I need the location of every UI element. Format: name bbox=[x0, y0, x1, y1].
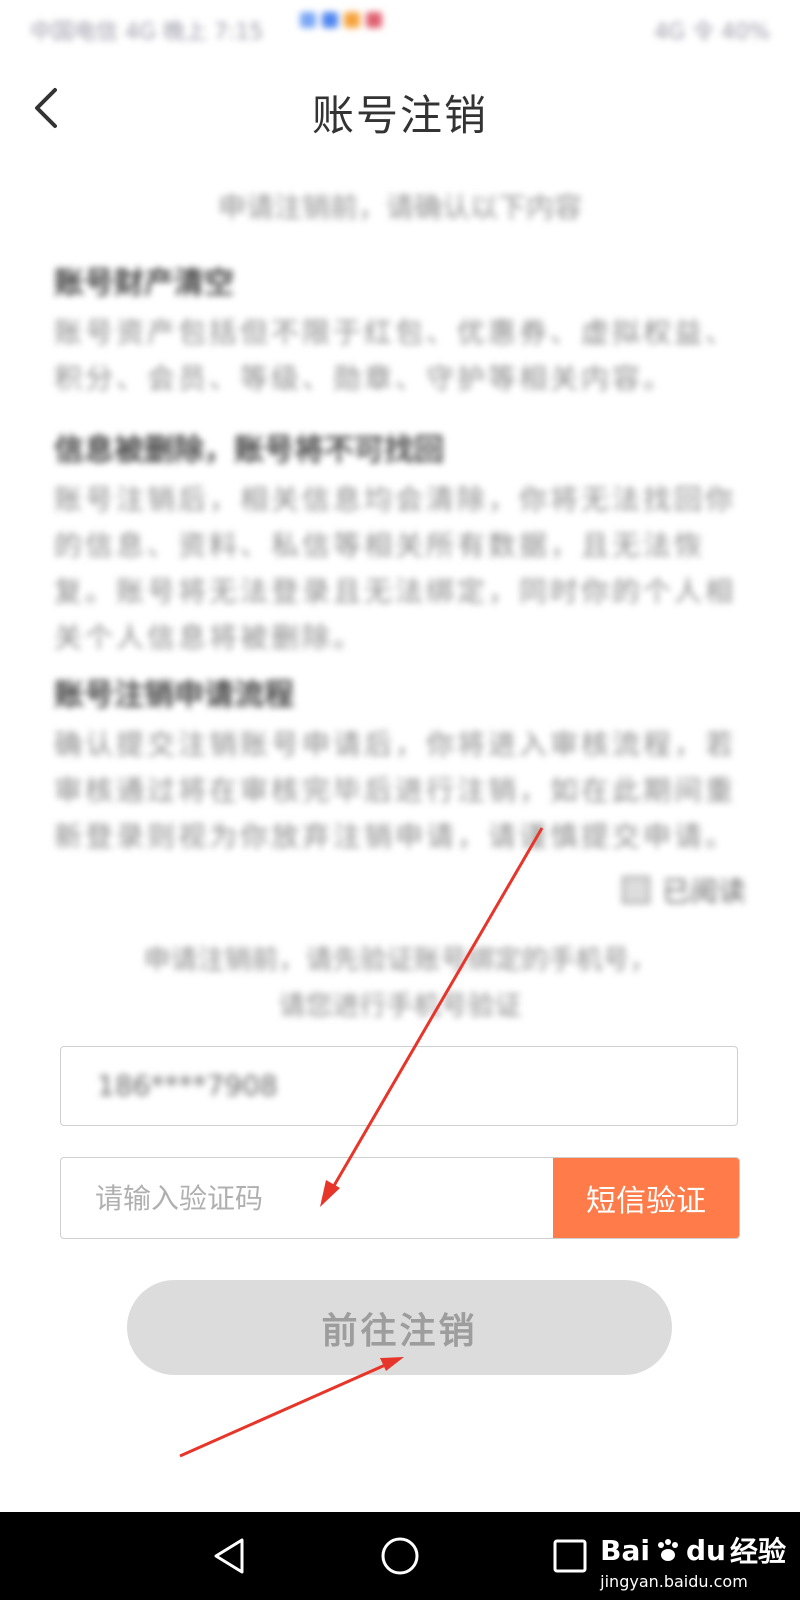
status-carrier-time: 中国电信 4G 晚上 7:15 bbox=[30, 20, 264, 45]
section-title: 账号注销申请流程 bbox=[54, 678, 294, 713]
notification-icon bbox=[322, 12, 338, 28]
watermark-logo-text: du bbox=[686, 1533, 726, 1567]
section-data-deleted: 信息被删除，账号将不可找回 账号注销后，相关信息均会清除，你将无法找回你的信息、… bbox=[54, 425, 744, 661]
verify-notice-line: 申请注销前，请先验证账号绑定的手机号， bbox=[143, 945, 657, 976]
watermark-url: jingyan.baidu.com bbox=[600, 1572, 748, 1591]
verify-notice: 申请注销前，请先验证账号绑定的手机号， 请您进行手机号验证 bbox=[0, 938, 800, 1030]
section-body: 确认提交注销账号申请后，你将进入审核流程，若审核通过将在审核完毕后进行注销，如在… bbox=[54, 728, 737, 853]
agree-checkbox[interactable]: 已阅读 bbox=[621, 870, 746, 910]
checkbox-icon bbox=[621, 876, 650, 904]
sms-verify-button[interactable]: 短信验证 bbox=[553, 1158, 739, 1238]
phone-value: 186****7908 bbox=[97, 1069, 278, 1102]
section-process: 账号注销申请流程 确认提交注销账号申请后，你将进入审核流程，若审核通过将在审核完… bbox=[54, 670, 744, 860]
paw-icon bbox=[658, 1539, 678, 1561]
watermark-logo-cn: 经验 bbox=[729, 1535, 786, 1568]
baidu-jingyan-watermark: Bai du 经验 jingyan.baidu.com bbox=[600, 1530, 786, 1592]
status-bar: 中国电信 4G 晚上 7:15 4G 令 40% bbox=[0, 0, 800, 56]
go-cancel-account-button[interactable]: 前往注销 bbox=[127, 1280, 672, 1375]
section-title: 账号财产清空 bbox=[54, 266, 234, 301]
home-circle-icon[interactable] bbox=[378, 1534, 422, 1578]
intro-text: 申请注销前，请确认以下内容 bbox=[217, 191, 582, 224]
nav-bar: 账号注销 bbox=[0, 60, 800, 156]
status-signal-battery: 4G 令 40% bbox=[654, 20, 770, 45]
section-body: 账号注销后，相关信息均会清除，你将无法找回你的信息、资料、私信等相关所有数据，且… bbox=[54, 483, 737, 654]
notification-icon bbox=[366, 12, 382, 28]
verification-code-input[interactable] bbox=[61, 1158, 555, 1238]
section-assets: 账号财产清空 账号资产包括但不限于红包、优惠券、虚拟权益、积分、会员、等级、勋章… bbox=[54, 258, 744, 402]
back-triangle-icon[interactable] bbox=[208, 1534, 252, 1578]
phone-field[interactable]: 186****7908 bbox=[60, 1046, 738, 1126]
section-title: 信息被删除，账号将不可找回 bbox=[54, 433, 444, 468]
watermark-logo-text: Bai bbox=[600, 1533, 650, 1567]
arrow-line bbox=[179, 1360, 393, 1458]
verification-code-row: 短信验证 bbox=[60, 1157, 740, 1239]
agree-label: 已阅读 bbox=[661, 875, 746, 908]
notification-icon bbox=[344, 12, 360, 28]
section-body: 账号资产包括但不限于红包、优惠券、虚拟权益、积分、会员、等级、勋章、守护等相关内… bbox=[54, 316, 737, 395]
recents-square-icon[interactable] bbox=[548, 1534, 592, 1578]
notification-icon bbox=[300, 12, 316, 28]
verify-notice-line: 请您进行手机号验证 bbox=[278, 991, 522, 1022]
page-title: 账号注销 bbox=[311, 91, 488, 140]
status-app-icons bbox=[300, 12, 382, 28]
watermark-logo: Bai du 经验 bbox=[600, 1530, 786, 1570]
